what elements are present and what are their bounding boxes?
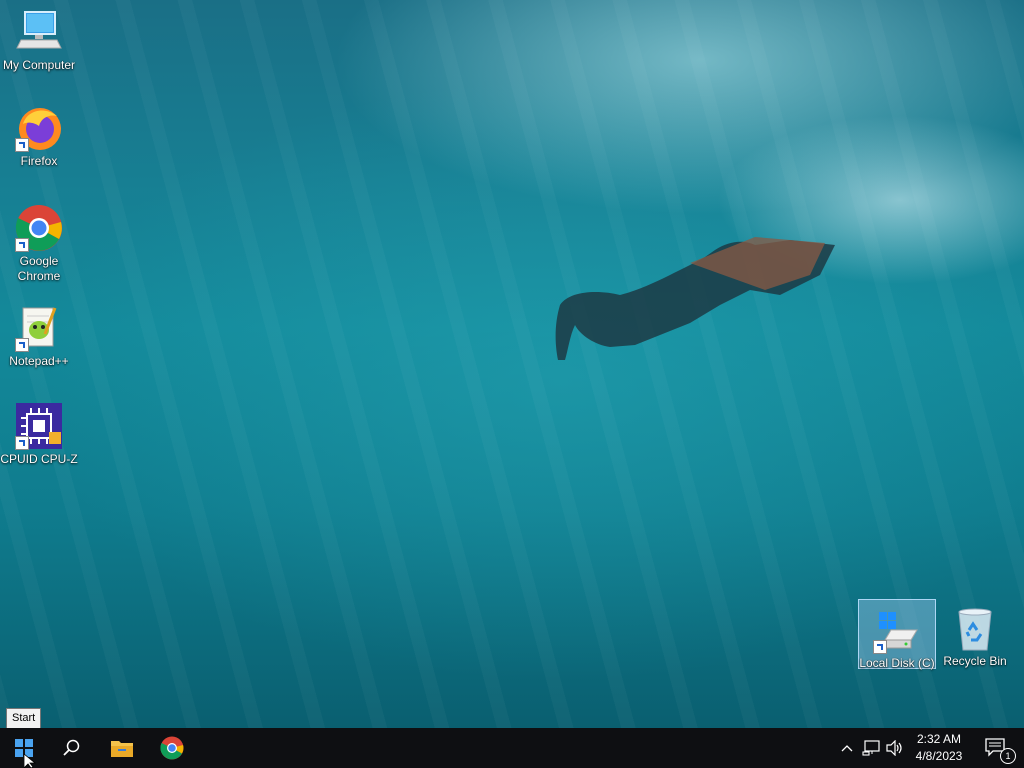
desktop-icon-firefox[interactable]: Firefox	[0, 104, 78, 169]
desktop-icon-recycle-bin[interactable]: Recycle Bin	[936, 602, 1014, 669]
desktop-icon-label: Recycle Bin	[943, 654, 1007, 668]
diver-image	[555, 237, 835, 360]
desktop-icon-cpu-z[interactable]: CPUID CPU-Z	[0, 402, 78, 467]
cpu-z-icon	[15, 402, 63, 450]
action-center-button[interactable]: 1	[976, 728, 1016, 768]
desktop-icon-label: Google Chrome	[17, 254, 61, 283]
file-explorer-icon	[111, 741, 133, 757]
desktop-icon-my-computer[interactable]: My Computer	[0, 8, 78, 73]
recycle-bin-icon	[951, 604, 999, 652]
firefox-icon	[15, 104, 63, 152]
shortcut-arrow-icon	[15, 238, 29, 252]
volume-icon	[886, 740, 902, 756]
desktop-icon-notepad-plus-plus[interactable]: Notepad++	[0, 304, 78, 369]
chrome-icon	[160, 736, 184, 760]
desktop-icon-label: CPUID CPU-Z	[0, 452, 78, 466]
notepad-plus-plus-icon	[15, 304, 63, 352]
start-tooltip: Start	[6, 708, 42, 729]
desktop-icon-label: Local Disk (C)	[859, 656, 935, 670]
shortcut-arrow-icon	[15, 138, 29, 152]
chrome-taskbar-button[interactable]	[148, 728, 196, 768]
notification-count-badge: 1	[1000, 748, 1016, 764]
clock-time: 2:32 AM	[916, 732, 962, 746]
volume-button[interactable]	[884, 728, 906, 768]
chrome-icon	[15, 204, 63, 252]
clock-date: 4/8/2023	[915, 749, 963, 763]
desktop-icon-label: Firefox	[20, 154, 58, 168]
taskbar: 2:32 AM 4/8/2023 1	[0, 728, 1024, 768]
desktop-icon-label: Notepad++	[9, 354, 69, 368]
desktop-icon-label: My Computer	[2, 58, 76, 72]
search-icon	[63, 739, 80, 756]
taskbar-clock[interactable]: 2:32 AM 4/8/2023	[910, 728, 968, 768]
desktop-icon-google-chrome[interactable]: Google Chrome	[0, 204, 78, 284]
shortcut-arrow-icon	[873, 640, 887, 654]
network-icon	[862, 740, 880, 756]
shortcut-arrow-icon	[15, 436, 29, 450]
desktop-icon-local-disk-c[interactable]: Local Disk (C)	[858, 599, 936, 670]
mouse-cursor-icon	[24, 754, 36, 768]
chevron-up-icon	[841, 745, 853, 752]
shortcut-arrow-icon	[15, 338, 29, 352]
network-button[interactable]	[860, 728, 882, 768]
desktop-background: My Computer Firefox Google Chrome Notepa…	[0, 0, 1024, 728]
computer-icon	[15, 8, 63, 56]
drive-icon	[873, 606, 921, 654]
show-hidden-icons-button[interactable]	[838, 728, 856, 768]
search-button[interactable]	[48, 728, 96, 768]
file-explorer-button[interactable]	[98, 728, 146, 768]
